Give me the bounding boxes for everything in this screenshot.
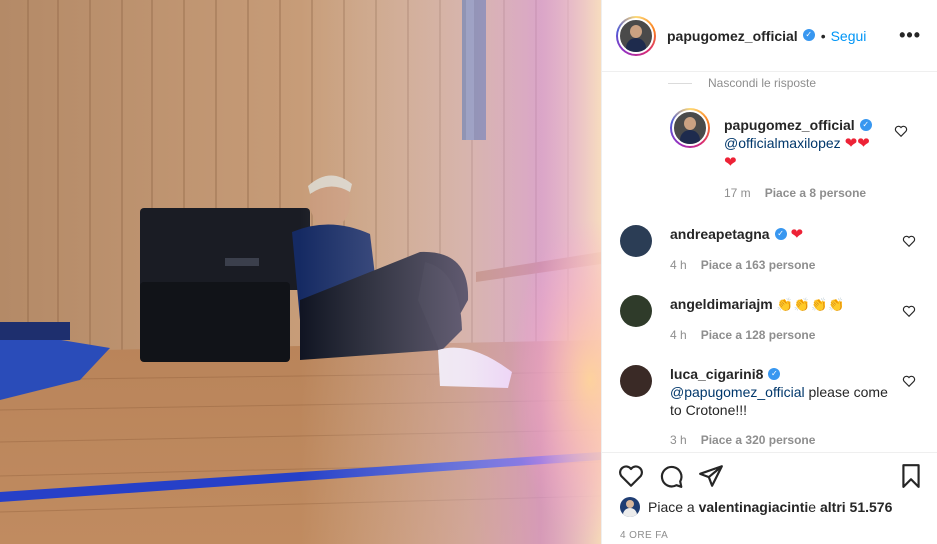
post-photo[interactable] xyxy=(0,0,601,544)
comment-username[interactable]: luca_cigarini8 xyxy=(670,366,763,382)
reply-username[interactable]: papugomez_official xyxy=(724,117,855,133)
likes-prefix: Piace a xyxy=(648,499,695,515)
reply-comment: papugomez_official ✓ @officialmaxilopez ❤… xyxy=(670,108,937,202)
author-username[interactable]: papugomez_official xyxy=(667,28,798,44)
comments-panel: papugomez_official ✓ • Segui ••• Nascond… xyxy=(601,0,937,544)
likes-user[interactable]: valentinagiacinti xyxy=(699,499,809,515)
like-icon[interactable] xyxy=(902,304,916,318)
comment-text: 👏👏👏👏 xyxy=(776,297,846,312)
reply-avatar[interactable] xyxy=(670,108,710,148)
reply-emoji-line2: ❤ xyxy=(724,154,737,171)
post-header: papugomez_official ✓ • Segui ••• xyxy=(602,0,937,72)
comment-time[interactable]: 4 h xyxy=(670,328,687,342)
separator-dot: • xyxy=(820,27,826,44)
author-avatar[interactable] xyxy=(616,15,656,56)
more-icon[interactable]: ••• xyxy=(899,25,921,46)
comment-mention[interactable]: @papugomez_official xyxy=(670,384,805,400)
comment-avatar[interactable] xyxy=(620,225,652,257)
hide-replies-label: Nascondi le risposte xyxy=(708,76,817,90)
like-icon[interactable] xyxy=(618,463,644,489)
post-image xyxy=(0,0,601,544)
comment-item: andreapetagna ✓ ❤ 4 h Piace a 163 persone xyxy=(620,225,937,274)
likes-summary: Piace a valentinagiacinti e altri 51.576 xyxy=(620,497,892,517)
comment-time[interactable]: 3 h xyxy=(670,433,687,447)
comment-likes[interactable]: Piace a 320 persone xyxy=(701,433,816,447)
comment-text: ❤ xyxy=(790,226,804,243)
verified-icon: ✓ xyxy=(802,28,815,41)
action-bar xyxy=(602,452,937,500)
likes-middle: e xyxy=(808,499,817,515)
hide-replies-button[interactable]: Nascondi le risposte xyxy=(668,76,816,90)
comment-time[interactable]: 4 h xyxy=(670,258,687,272)
share-icon[interactable] xyxy=(698,463,724,489)
comment-icon[interactable] xyxy=(658,463,684,489)
divider xyxy=(668,82,692,84)
like-icon[interactable] xyxy=(902,374,916,388)
comment-likes[interactable]: Piace a 163 persone xyxy=(701,258,816,272)
instagram-post-modal: papugomez_official ✓ • Segui ••• Nascond… xyxy=(0,0,937,544)
comment-text: please come xyxy=(804,384,888,400)
verified-icon: ✓ xyxy=(768,368,781,381)
comment-item: angeldimariajm 👏👏👏👏 4 h Piace a 128 perso… xyxy=(620,295,937,344)
reply-mention[interactable]: @officialmaxilopez xyxy=(724,135,841,151)
likes-avatar[interactable] xyxy=(620,497,640,517)
comment-avatar[interactable] xyxy=(620,295,652,327)
reply-emoji: ❤❤ xyxy=(844,135,870,152)
reply-time[interactable]: 17 m xyxy=(724,186,751,200)
likes-count[interactable]: altri 51.576 xyxy=(820,499,892,515)
comment-username[interactable]: angeldimariajm xyxy=(670,296,773,312)
save-icon[interactable] xyxy=(898,463,924,489)
comment-likes[interactable]: Piace a 128 persone xyxy=(701,328,816,342)
like-icon[interactable] xyxy=(902,234,916,248)
like-icon[interactable] xyxy=(894,124,908,138)
comment-avatar[interactable] xyxy=(620,365,652,397)
follow-button[interactable]: Segui xyxy=(831,28,867,44)
reply-likes[interactable]: Piace a 8 persone xyxy=(765,186,866,200)
comment-username[interactable]: andreapetagna xyxy=(670,226,770,242)
comment-text-line2: to Crotone!!! xyxy=(670,402,748,418)
verified-icon: ✓ xyxy=(774,228,787,241)
verified-icon: ✓ xyxy=(859,119,872,132)
comment-item: luca_cigarini8 ✓ @papugomez_official plea… xyxy=(620,365,937,449)
post-time[interactable]: 4 ORE FA xyxy=(620,530,668,541)
